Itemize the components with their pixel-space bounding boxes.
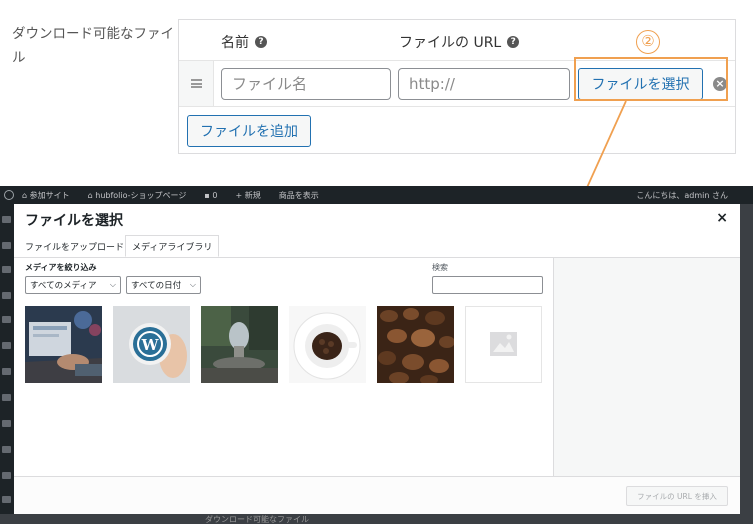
column-header-file-url: ファイルの URL ? bbox=[399, 32, 520, 52]
admin-bar-shop[interactable]: ⌂ hubfolio-ショップページ bbox=[88, 190, 196, 201]
close-icon[interactable]: × bbox=[716, 210, 728, 226]
media-search-input[interactable] bbox=[432, 276, 543, 294]
admin-bar: ⌂ 参加サイト ⌂ hubfolio-ショップページ ▪ 0 + 新規 商品を表… bbox=[0, 186, 753, 204]
media-thumbnail-coffee-cup[interactable] bbox=[289, 306, 366, 383]
backdrop-section-label: ダウンロード可能なファイル bbox=[205, 515, 309, 524]
media-thumbnail-fountain[interactable] bbox=[201, 306, 278, 383]
file-url-input[interactable] bbox=[398, 68, 570, 100]
step-number-badge: ② bbox=[636, 30, 660, 54]
add-file-button[interactable]: ファイルを追加 bbox=[187, 115, 311, 147]
modal-backdrop bbox=[740, 204, 753, 514]
chevron-down-icon: ⌵ bbox=[109, 280, 116, 289]
svg-text:W: W bbox=[141, 336, 160, 354]
filter-media-label: メディアを絞り込み bbox=[25, 263, 97, 272]
coffee-beans-photo bbox=[377, 306, 454, 383]
media-thumbnail-laptop[interactable] bbox=[25, 306, 102, 383]
tab-media-library[interactable]: メディアライブラリ bbox=[125, 235, 220, 257]
downloadable-files-label: ダウンロード可能なファイル bbox=[12, 26, 174, 66]
insert-file-url-button[interactable]: ファイルの URL を挿入 bbox=[626, 486, 728, 506]
media-thumbnail-coffee-beans[interactable] bbox=[377, 306, 454, 383]
admin-bar-comments[interactable]: ▪ 0 bbox=[204, 191, 226, 200]
media-modal: ファイルを選択 × ファイルをアップロード メディアライブラリ メディアを絞り込… bbox=[14, 204, 740, 514]
admin-bar-new[interactable]: + 新規 bbox=[235, 190, 269, 201]
file-name-input[interactable] bbox=[221, 68, 391, 100]
admin-bar-view-product[interactable]: 商品を表示 bbox=[279, 190, 319, 201]
modal-title: ファイルを選択 bbox=[25, 213, 123, 229]
coffee-cup-photo bbox=[289, 306, 366, 383]
highlight-box bbox=[574, 57, 728, 101]
chevron-down-icon: ⌵ bbox=[189, 280, 196, 289]
admin-bar-greeting[interactable]: こんにちは、admin さん bbox=[636, 190, 728, 201]
modal-footer: ファイルの URL を挿入 bbox=[14, 476, 740, 514]
admin-side-menu bbox=[0, 204, 14, 524]
media-type-filter[interactable]: すべてのメディア ⌵ bbox=[25, 276, 121, 294]
drag-handle[interactable] bbox=[179, 61, 214, 106]
column-header-name: 名前 ? bbox=[221, 32, 267, 52]
garden-fountain-photo bbox=[201, 306, 278, 383]
wordpress-logo-icon[interactable] bbox=[4, 190, 14, 200]
laptop-typing-photo bbox=[25, 306, 102, 383]
search-label: 検索 bbox=[432, 263, 448, 272]
tab-upload-files[interactable]: ファイルをアップロード bbox=[19, 235, 130, 257]
drag-handle-icon bbox=[190, 79, 202, 88]
media-date-filter[interactable]: すべての日付 ⌵ bbox=[126, 276, 201, 294]
wordpress-logo-badge-photo: W bbox=[113, 306, 190, 383]
media-thumbnail-wordpress[interactable]: W bbox=[113, 306, 190, 383]
modal-backdrop-bottom bbox=[0, 514, 753, 524]
attachment-details-sidebar bbox=[553, 258, 740, 476]
media-thumbnail-placeholder[interactable] bbox=[465, 306, 542, 383]
placeholder-image bbox=[465, 306, 542, 383]
question-circle-icon[interactable]: ? bbox=[507, 36, 520, 48]
admin-bar-site[interactable]: ⌂ 参加サイト bbox=[22, 190, 79, 201]
question-circle-icon[interactable]: ? bbox=[255, 36, 267, 48]
